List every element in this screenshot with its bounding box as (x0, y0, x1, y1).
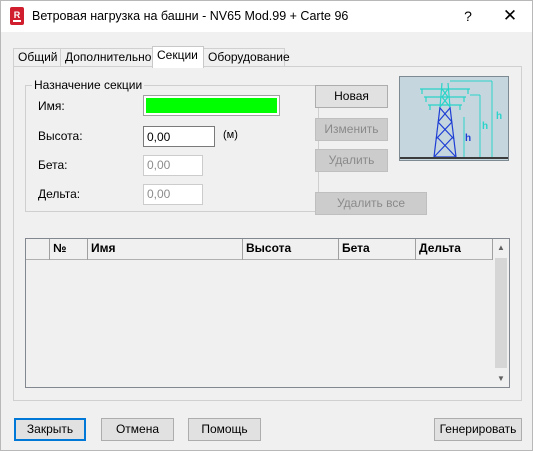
col-beta[interactable]: Бета (339, 239, 416, 260)
h-label-1: h (496, 111, 502, 122)
col-delta[interactable]: Дельта (416, 239, 493, 260)
height-label: Высота: (38, 129, 83, 143)
close-icon[interactable]: ✕ (488, 1, 532, 32)
h-label-3: h (465, 133, 471, 144)
table-header: № Имя Высота Бета Дельта (26, 239, 493, 260)
sections-table[interactable]: № Имя Высота Бета Дельта ▲ ▼ (25, 238, 510, 388)
tab-additional[interactable]: Дополнительно (60, 48, 153, 67)
tower-illustration: h h h (400, 80, 508, 159)
tab-general[interactable]: Общий (13, 48, 61, 67)
table-corner (26, 239, 50, 260)
tower-diagram: h h h (399, 76, 509, 161)
name-color-swatch (146, 98, 277, 113)
help-icon[interactable]: ? (448, 1, 488, 32)
dialog-window: R Ветровая нагрузка на башни - NV65 Mod.… (0, 0, 533, 451)
tab-equipment[interactable]: Оборудование (203, 48, 290, 67)
delete-button[interactable]: Удалить (315, 149, 388, 172)
delete-all-button[interactable]: Удалить все (315, 192, 427, 215)
col-number[interactable]: № (50, 239, 88, 260)
beta-input: 0,00 (143, 155, 203, 176)
chevron-down-icon[interactable]: ▼ (493, 370, 509, 387)
beta-label: Бета: (38, 158, 68, 172)
tab-sections[interactable]: Секции (152, 46, 204, 68)
window-title: Ветровая нагрузка на башни - NV65 Mod.99… (32, 9, 349, 23)
height-unit: (м) (223, 129, 238, 141)
height-input[interactable] (143, 126, 215, 147)
col-name[interactable]: Имя (88, 239, 243, 260)
title-bar: R Ветровая нагрузка на башни - NV65 Mod.… (1, 1, 532, 32)
new-button[interactable]: Новая (315, 85, 388, 108)
group-title: Назначение секции (32, 78, 145, 92)
generate-button[interactable]: Генерировать (434, 418, 522, 441)
delta-input: 0,00 (143, 184, 203, 205)
vertical-scrollbar[interactable]: ▲ ▼ (493, 239, 509, 387)
chevron-up-icon[interactable]: ▲ (493, 239, 509, 256)
col-height[interactable]: Высота (243, 239, 339, 260)
scroll-track[interactable] (493, 256, 509, 370)
h-label-2: h (482, 121, 488, 132)
close-button[interactable]: Закрыть (14, 418, 86, 441)
help-button[interactable]: Помощь (188, 418, 261, 441)
edit-button[interactable]: Изменить (315, 118, 388, 141)
name-color-field[interactable] (143, 95, 280, 116)
delta-label: Дельта: (38, 187, 81, 201)
cancel-button[interactable]: Отмена (101, 418, 174, 441)
revit-app-icon: R (10, 7, 24, 25)
svg-text:R: R (14, 10, 21, 20)
name-label: Имя: (38, 99, 65, 113)
scroll-thumb[interactable] (495, 258, 507, 368)
